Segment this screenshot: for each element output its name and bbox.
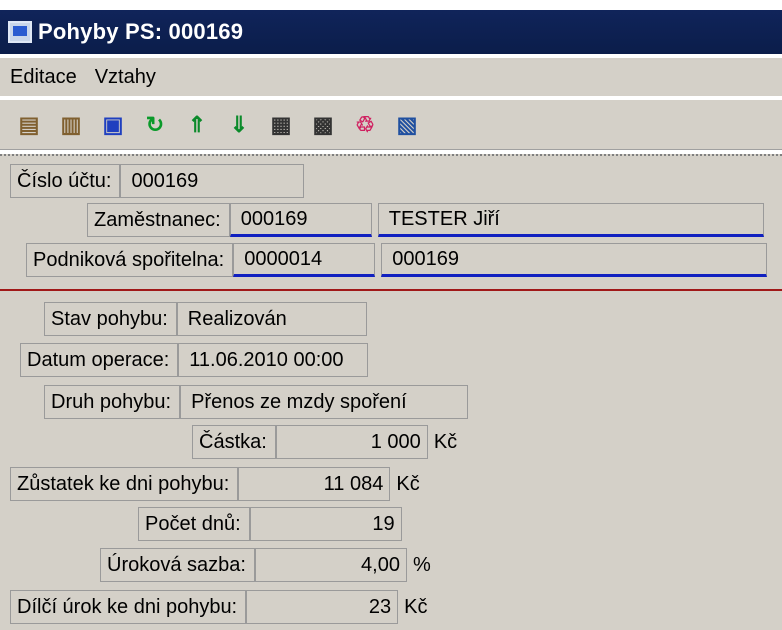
toolbar-button-paste[interactable]: ▩ (306, 108, 340, 142)
toolbar-button-move-up[interactable]: ⇑ (180, 108, 214, 142)
savings-name-field[interactable]: 000169 (381, 243, 768, 277)
toolbar-button-refresh[interactable]: ↻ (138, 108, 172, 142)
account-label: Číslo účtu: (10, 164, 121, 198)
print-icon: ▧ (396, 111, 418, 137)
toolbar-button-move-down[interactable]: ⇓ (222, 108, 256, 142)
interest-row: Dílčí úrok ke dni pohybu: 23 Kč (10, 590, 427, 624)
savings-row: Podniková spořitelna: 0000014 000169 (26, 243, 768, 277)
amount-label: Částka: (192, 425, 276, 459)
days-label: Počet dnů: (138, 507, 250, 541)
rate-row: Úroková sazba: 4,00 % (100, 548, 431, 582)
employee-code-field[interactable]: 000169 (229, 203, 372, 237)
type-row: Druh pohybu: Přenos ze mzdy spoření (44, 385, 469, 419)
balance-label: Zůstatek ke dni pohybu: (10, 467, 239, 501)
section-divider (0, 289, 782, 291)
rate-field[interactable]: 4,00 (254, 548, 407, 582)
paste-icon: ▩ (312, 111, 334, 137)
employee-name-field[interactable]: TESTER Jiří (377, 203, 764, 237)
balance-field[interactable]: 11 084 (238, 467, 391, 501)
balance-unit: Kč (396, 472, 420, 495)
toolbar-button-save[interactable]: ▣ (96, 108, 130, 142)
window: Pohyby PS: 000169 Editace Vztahy ▤ ▥ ▣ ↻ ⇑ ⇓ ▦… (0, 0, 782, 630)
balance-row: Zůstatek ke dni pohybu: 11 084 Kč (10, 467, 420, 501)
type-label: Druh pohybu: (44, 385, 181, 419)
move-down-icon: ⇓ (229, 111, 249, 137)
days-row: Počet dnů: 19 (138, 507, 402, 541)
rate-unit: % (412, 553, 431, 576)
document-icon: ▦ (270, 111, 292, 137)
type-field[interactable]: Přenos ze mzdy spoření (180, 385, 469, 419)
relations-icon: ♲ (355, 111, 375, 137)
savings-label: Podniková spořitelna: (26, 243, 234, 277)
refresh-icon: ↻ (145, 111, 165, 137)
amount-field[interactable]: 1 000 (275, 425, 428, 459)
copy-icon: ▥ (60, 111, 82, 137)
state-row: Stav pohybu: Realizován (44, 302, 367, 336)
interest-unit: Kč (404, 595, 428, 618)
state-field[interactable]: Realizován (176, 302, 367, 336)
move-up-icon: ⇑ (187, 111, 207, 137)
date-label: Datum operace: (20, 343, 179, 377)
employee-row: Zaměstnanec: 000169 TESTER Jiří (87, 203, 764, 237)
toolbar-button-new[interactable]: ▤ (12, 108, 46, 142)
toolbar-button-print[interactable]: ▧ (390, 108, 424, 142)
interest-field[interactable]: 23 (246, 590, 399, 624)
form-panel: Číslo účtu: 000169 Zaměstnanec: 000169 T… (0, 154, 782, 630)
menu-bar: Editace Vztahy (0, 58, 782, 96)
date-field[interactable]: 11.06.2010 00:00 (178, 343, 369, 377)
state-label: Stav pohybu: (44, 302, 177, 336)
save-icon: ▣ (102, 111, 124, 137)
menu-editace[interactable]: Editace (0, 66, 85, 89)
menu-vztahy[interactable]: Vztahy (85, 66, 164, 89)
employee-label: Zaměstnanec: (87, 203, 230, 237)
title-bar[interactable]: Pohyby PS: 000169 (0, 10, 782, 54)
amount-row: Částka: 1 000 Kč (192, 425, 457, 459)
rate-label: Úroková sazba: (100, 548, 255, 582)
app-window-icon (8, 21, 32, 43)
account-row: Číslo účtu: 000169 (10, 164, 305, 198)
toolbar-button-copy[interactable]: ▥ (54, 108, 88, 142)
new-icon: ▤ (18, 111, 40, 137)
account-field[interactable]: 000169 (120, 164, 305, 198)
toolbar-button-relations[interactable]: ♲ (348, 108, 382, 142)
toolbar: ▤ ▥ ▣ ↻ ⇑ ⇓ ▦ ▩ ♲ ▧ (0, 100, 782, 150)
amount-unit: Kč (433, 430, 458, 453)
date-row: Datum operace: 11.06.2010 00:00 (20, 343, 369, 377)
interest-label: Dílčí úrok ke dni pohybu: (10, 590, 247, 624)
days-field[interactable]: 19 (249, 507, 402, 541)
window-title: Pohyby PS: 000169 (38, 19, 244, 44)
toolbar-button-document[interactable]: ▦ (264, 108, 298, 142)
savings-code-field[interactable]: 0000014 (233, 243, 376, 277)
